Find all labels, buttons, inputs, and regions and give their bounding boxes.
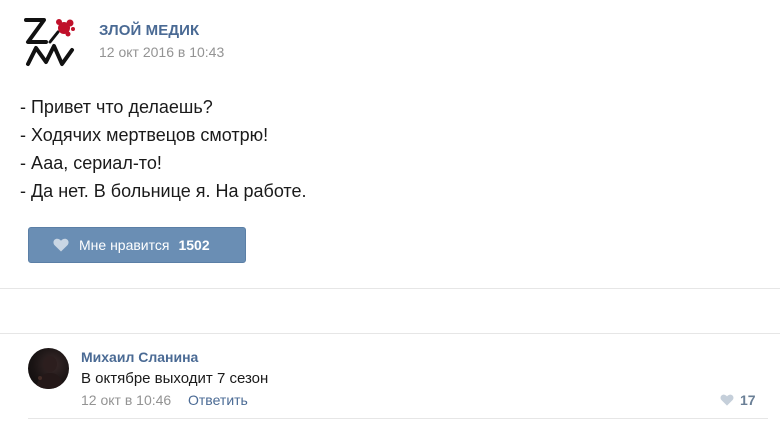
like-button[interactable]: Мне нравится 1502 (28, 227, 246, 263)
reply-link[interactable]: Ответить (188, 392, 248, 408)
comment-author[interactable]: Михаил Сланина (81, 349, 198, 365)
comment-date[interactable]: 12 окт в 10:46 (81, 392, 171, 408)
like-label: Мне нравится (79, 237, 170, 253)
post-header: ЗЛОЙ МЕДИК 12 окт 2016 в 10:43 (20, 12, 760, 70)
divider (28, 418, 768, 419)
post-author[interactable]: ЗЛОЙ МЕДИК (99, 22, 199, 39)
divider (0, 333, 780, 334)
comment-like-button[interactable]: 17 (720, 392, 756, 408)
post-line: - Привет что делаешь? (20, 97, 213, 117)
heart-icon (53, 238, 69, 252)
community-logo[interactable] (20, 12, 78, 70)
like-count: 1502 (178, 237, 210, 253)
comment-like-count: 17 (740, 392, 756, 408)
post-line: - Да нет. В больнице я. На работе. (20, 181, 307, 201)
post-date[interactable]: 12 окт 2016 в 10:43 (99, 44, 224, 60)
comment-text: В октябре выходит 7 сезон (81, 370, 269, 387)
post-text: - Привет что делаешь? - Ходячих мертвецо… (20, 93, 760, 205)
comment: Михаил Сланина В октябре выходит 7 сезон… (28, 348, 768, 418)
avatar[interactable] (28, 348, 69, 389)
post-line: - Ходячих мертвецов смотрю! (20, 125, 269, 145)
divider (0, 288, 780, 289)
heart-icon (720, 394, 734, 406)
post-line: - Ааа, сериал-то! (20, 153, 162, 173)
